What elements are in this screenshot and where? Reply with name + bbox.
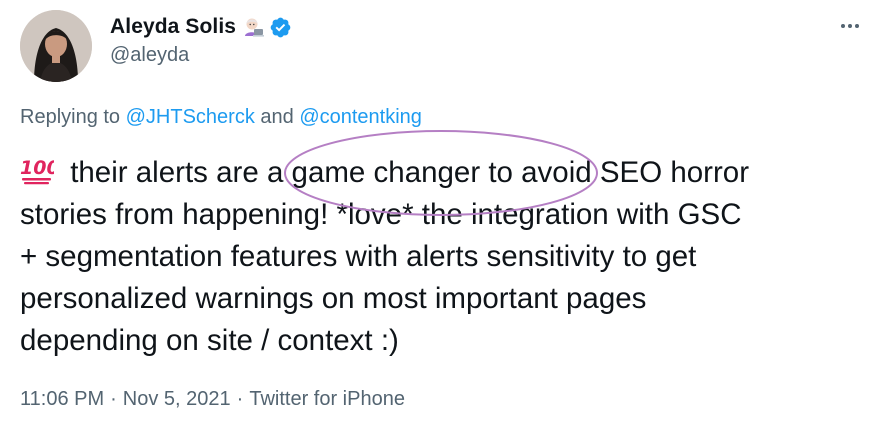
more-options-icon[interactable] [838, 14, 862, 38]
woman-technologist-emoji-icon [243, 16, 265, 38]
avatar[interactable] [20, 10, 92, 82]
tweet-time[interactable]: 11:06 PM [20, 388, 104, 410]
tweet-body: 100 their alerts are a game changer to a… [20, 152, 870, 362]
verified-badge-icon [269, 16, 292, 39]
name-row: Aleyda Solis [110, 12, 292, 42]
svg-text:100: 100 [20, 157, 54, 179]
display-name[interactable]: Aleyda Solis [110, 15, 236, 39]
author-handle[interactable]: @aleyda [110, 44, 292, 67]
meta-separator: · [110, 388, 117, 410]
tweet-text: their alerts are a game changer to avoid… [20, 156, 750, 357]
tweet-source[interactable]: Twitter for iPhone [249, 388, 405, 410]
mention-jhtscherck-link[interactable]: @JHTScherck [126, 106, 255, 128]
mention-contentking-link[interactable]: @contentking [299, 106, 422, 128]
tweet-metadata: 11:06 PM · Nov 5, 2021 · Twitter for iPhone [20, 388, 405, 411]
tweet-card: Aleyda Solis @aleyda Replying to @JHTSch… [0, 0, 884, 434]
author-header: Aleyda Solis @aleyda [110, 12, 292, 67]
hundred-points-emoji-icon: 100 [20, 155, 60, 185]
replying-joiner: and [254, 106, 300, 128]
replying-to-line: Replying to @JHTScherck and @contentking [20, 106, 422, 129]
replying-prefix: Replying to [20, 106, 126, 128]
meta-separator: · [236, 388, 244, 410]
tweet-date[interactable]: Nov 5, 2021 [123, 388, 231, 410]
avatar-photo [20, 10, 92, 82]
